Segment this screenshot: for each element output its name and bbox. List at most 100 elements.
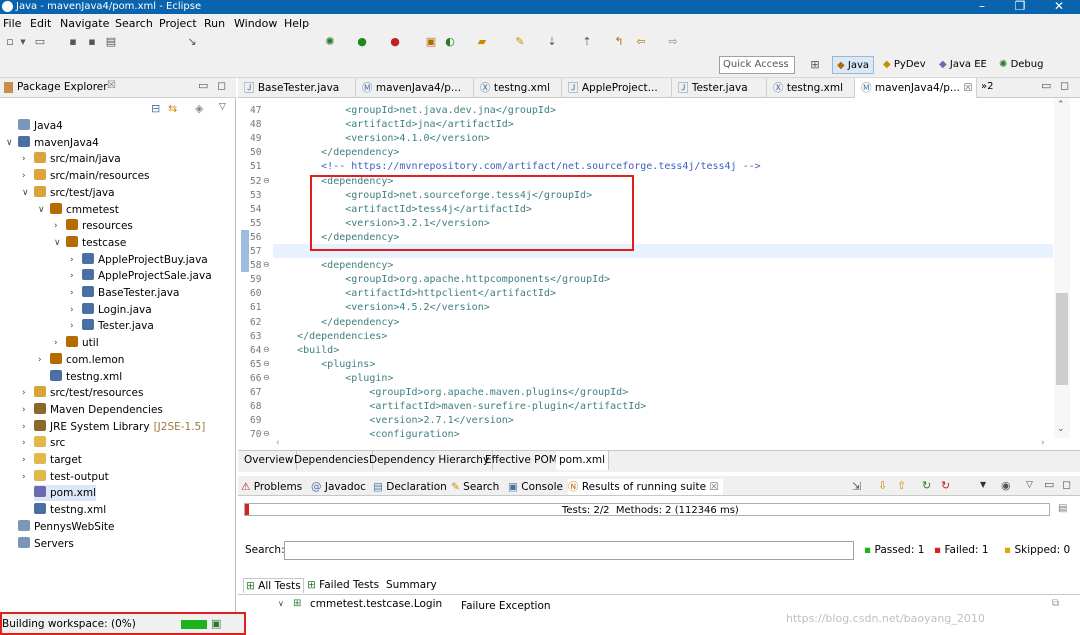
fold-icon[interactable]: ⊖ (263, 176, 270, 185)
fold-icon[interactable]: ⊖ (263, 345, 270, 354)
tab-summary[interactable]: Summary (386, 579, 437, 591)
tree-item[interactable]: › Maven Dependencies (22, 402, 163, 418)
perspective-debug[interactable]: ✺ Debug (995, 56, 1047, 74)
collapse-arrow-icon[interactable]: › (70, 252, 74, 268)
tree-item[interactable]: ∨ testcase (54, 235, 126, 251)
perspective-pydev[interactable]: ◆ PyDev (879, 56, 930, 74)
code-line[interactable]: </dependencies> (273, 330, 387, 344)
collapse-arrow-icon[interactable]: › (54, 218, 58, 234)
close-tab-icon[interactable]: ☒ (963, 82, 972, 94)
collapse-all-icon[interactable]: ⊟ (151, 102, 160, 115)
new-dropdown-icon[interactable]: ▼ (16, 36, 30, 48)
code-line[interactable]: <plugin> (273, 372, 393, 386)
rerun-icon[interactable]: ↻ (922, 479, 931, 492)
code-line[interactable]: </dependency> (273, 316, 399, 330)
tree-item[interactable]: ∨ src/test/java (22, 185, 115, 201)
copy-trace-icon[interactable]: ⧉ (1052, 598, 1059, 609)
history-dropdown-icon[interactable]: ▼ (980, 480, 986, 489)
print-icon[interactable]: ▤ (104, 36, 118, 48)
view-menu-icon[interactable]: ▽ (219, 102, 226, 112)
tab-failed-tests[interactable]: ⊞ Failed Tests (307, 579, 379, 591)
code-line[interactable]: <artifactId>jna</artifactId> (273, 118, 514, 132)
code-line[interactable]: <plugins> (273, 358, 375, 372)
collapse-arrow-icon[interactable]: › (70, 268, 74, 284)
tab-basetester-java[interactable]: 🄹 BaseTester.java (238, 78, 356, 98)
minimize-editor-icon[interactable]: ▭ (1041, 79, 1051, 92)
collapse-arrow-icon[interactable]: › (22, 168, 26, 184)
tab-appleproject[interactable]: 🄹 AppleProject... (562, 78, 672, 98)
menu-edit[interactable]: Edit (30, 17, 51, 30)
code-line[interactable]: <dependency> (273, 259, 393, 273)
tab-declaration[interactable]: ▤ Declaration (373, 479, 447, 495)
code-line[interactable]: <configuration> (273, 428, 459, 442)
globe-icon[interactable]: ◉ (1001, 479, 1011, 492)
debug-icon[interactable]: ✺ (323, 36, 337, 48)
code-line[interactable]: <version>4.5.2</version> (273, 301, 490, 315)
tree-item[interactable]: › src/main/resources (22, 168, 150, 184)
tab-console[interactable]: ▣ Console (508, 479, 563, 495)
collapse-arrow-icon[interactable]: › (22, 385, 26, 401)
tree-item[interactable]: › resources (54, 218, 133, 234)
scroll-up-icon[interactable]: ⌃ (1057, 100, 1065, 110)
tree-item[interactable]: pom.xml (34, 485, 97, 502)
code-line[interactable]: <groupId>net.java.dev.jna</groupId> (273, 104, 556, 118)
tree-item[interactable]: › AppleProjectSale.java (70, 268, 212, 284)
save-all-icon[interactable]: ▪ (85, 36, 99, 48)
coverage-icon[interactable]: ● (388, 36, 402, 48)
pom-tab-pom-xml[interactable]: pom.xml (556, 451, 610, 470)
tree-item[interactable]: › AppleProjectBuy.java (70, 252, 208, 268)
pom-tab-dependencies[interactable]: Dependencies (291, 451, 373, 470)
tree-item[interactable]: › com.lemon (38, 352, 124, 368)
tab-problems[interactable]: ⚠ Problems (241, 479, 302, 495)
maximize-bottom-icon[interactable]: ◻ (1062, 478, 1071, 491)
collapse-arrow-icon[interactable]: › (38, 352, 42, 368)
pin-icon[interactable]: ↘ (185, 36, 199, 48)
collapse-arrow-icon[interactable]: › (22, 435, 26, 451)
menu-file[interactable]: File (3, 17, 21, 30)
tree-item[interactable]: testng.xml (34, 502, 106, 518)
expand-arrow-icon[interactable]: ∨ (54, 235, 61, 251)
tab-mavenjava4-pom-1[interactable]: Ⓜ mavenJava4/p... (356, 78, 474, 98)
tab-testng-xml-2[interactable]: Ⓧ testng.xml (767, 78, 855, 98)
editor-vertical-scrollbar[interactable]: ⌃ ⌄ (1054, 98, 1070, 438)
close-tab-icon[interactable]: ☒ (709, 481, 718, 493)
scrollbar-thumb[interactable] (1056, 293, 1068, 385)
scroll-right-icon[interactable]: › (1041, 438, 1045, 448)
tree-item[interactable]: › src (22, 435, 65, 451)
tab-mavenjava4-pom-active[interactable]: Ⓜ mavenJava4/p... ☒ (855, 78, 977, 98)
collapse-arrow-icon[interactable]: › (70, 285, 74, 301)
close-button[interactable]: ✕ (1040, 0, 1078, 14)
code-line[interactable]: <artifactId>httpclient</artifactId> (273, 287, 556, 301)
scroll-down-icon[interactable]: ⌄ (1057, 424, 1065, 434)
forward-icon[interactable]: ⇨ (666, 36, 680, 48)
minimize-bottom-icon[interactable]: ▭ (1044, 478, 1054, 491)
tab-search[interactable]: ✎ Search (451, 479, 499, 495)
collapse-arrow-icon[interactable]: › (70, 302, 74, 318)
maximize-button[interactable]: ❐ (1001, 0, 1039, 14)
tree-item[interactable]: Servers (18, 536, 74, 552)
save-icon[interactable]: ▪ (66, 36, 80, 48)
tree-item[interactable]: ∨ cmmetest (38, 202, 119, 218)
menu-help[interactable]: Help (284, 17, 309, 30)
maximize-editor-icon[interactable]: ◻ (1060, 79, 1069, 92)
code-line[interactable]: <groupId>org.apache.httpcomponents</grou… (273, 273, 610, 287)
collapse-arrow-icon[interactable]: › (22, 469, 26, 485)
package-explorer-title[interactable]: Package Explorer (17, 81, 108, 93)
tree-item[interactable]: › Login.java (70, 302, 152, 318)
tab-results-of-running-suite[interactable]: Ⓝ Results of running suite ☒ (568, 479, 723, 495)
back-icon[interactable]: ⇦ (634, 36, 648, 48)
results-search-input[interactable] (284, 541, 854, 560)
focus-icon[interactable]: ◈ (195, 102, 203, 115)
pom-tab-effective-pom[interactable]: Effective POM (482, 451, 562, 470)
run-icon[interactable]: ● (355, 36, 369, 48)
collapse-arrow-icon[interactable]: › (22, 151, 26, 167)
collapse-arrow-icon[interactable]: › (22, 452, 26, 468)
expand-arrow-icon[interactable]: ∨ (278, 599, 284, 608)
menu-navigate[interactable]: Navigate (60, 17, 109, 30)
pom-tab-dependency-hierarchy[interactable]: Dependency Hierarchy (366, 451, 494, 470)
open-folder-icon[interactable]: ▰ (475, 36, 489, 48)
link-editor-icon[interactable]: ⇆ (168, 102, 177, 115)
code-line[interactable]: <groupId>org.apache.maven.plugins</group… (273, 386, 628, 400)
code-line[interactable]: <!-- https://mvnrepository.com/artifact/… (273, 160, 761, 174)
rerun-failed-icon[interactable]: ↻ (941, 479, 950, 492)
